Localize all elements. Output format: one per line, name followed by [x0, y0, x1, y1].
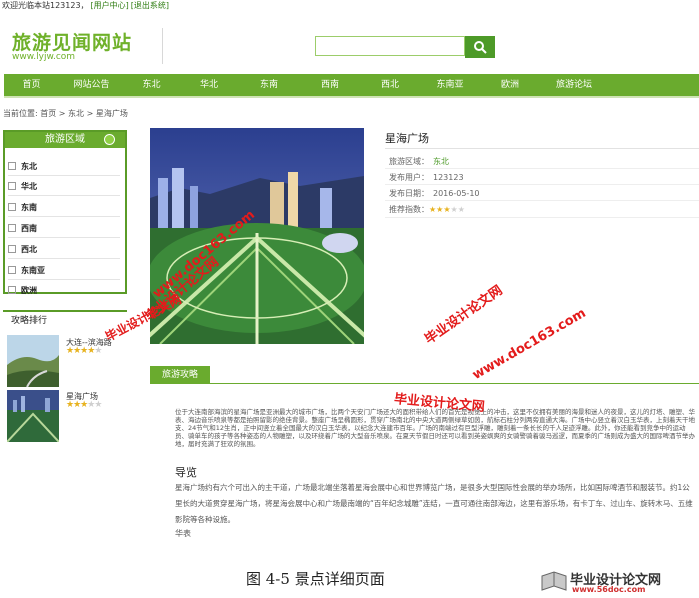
info-label: 发布用户：	[389, 173, 429, 182]
star-icon: ★	[94, 346, 102, 356]
info-publisher: 发布用户： 123123	[389, 172, 464, 183]
region-item-southeast[interactable]: 东南	[8, 201, 122, 221]
region-item-northeast[interactable]: 东北	[8, 160, 122, 180]
divider	[8, 195, 120, 196]
region-item-southeast-asia[interactable]: 东南亚	[8, 264, 122, 284]
nav-item-northeast[interactable]: 东北	[124, 74, 179, 96]
search-button[interactable]	[465, 36, 495, 58]
subsection-label: 华表	[175, 529, 191, 538]
star-icon: ★	[450, 205, 458, 214]
region-item-label: 东南	[21, 203, 37, 212]
breadcrumb: 当前位置: 首页 > 东北 > 星海广场	[3, 109, 128, 118]
tab-underline	[150, 383, 699, 384]
square-bullet-icon	[8, 223, 16, 232]
info-date: 发布日期： 2016-05-10	[389, 188, 480, 199]
region-item-label: 西南	[21, 224, 37, 233]
footer-url: www.56doc.com	[572, 585, 646, 594]
square-bullet-icon	[8, 244, 16, 253]
site-logo-url: www.lyjw.com	[12, 52, 76, 62]
rank-thumbnail-binhai-road[interactable]	[7, 335, 59, 387]
watermark-brand: 毕业设计论文网	[422, 283, 506, 348]
square-bullet-icon	[8, 202, 16, 211]
info-label: 推荐指数：	[389, 205, 429, 214]
square-bullet-icon	[8, 265, 16, 274]
logout-link[interactable]: [退出系统]	[131, 1, 169, 10]
rank-item-stars: ★★★★★	[66, 400, 102, 410]
divider	[385, 148, 699, 149]
info-region-link[interactable]: 东北	[433, 157, 449, 166]
section-text: 星海广场约有六个可出入的主干道，广场最北端坐落着星海会展中心和世界博览广场，是很…	[175, 483, 693, 524]
region-item-label: 华北	[21, 182, 37, 191]
nav-underline	[4, 96, 699, 98]
header-divider	[162, 28, 163, 64]
search-input[interactable]	[315, 36, 465, 56]
search-icon	[474, 41, 487, 54]
region-item-label: 东北	[21, 162, 37, 171]
star-icon: ★	[94, 400, 102, 410]
info-rating: 推荐指数：★★★★★	[389, 204, 465, 215]
star-icon: ★	[457, 205, 465, 214]
region-item-label: 东南亚	[21, 266, 45, 275]
divider	[385, 184, 699, 185]
info-value: 123123	[433, 173, 464, 182]
divider	[8, 237, 120, 238]
square-bullet-icon	[8, 181, 16, 190]
figure-caption: 图 4-5 景点详细页面	[246, 570, 385, 588]
divider	[8, 216, 120, 217]
info-value: 2016-05-10	[433, 189, 480, 198]
divider	[8, 258, 120, 259]
attraction-title: 星海广场	[385, 132, 429, 145]
divider	[8, 279, 120, 280]
nav-item-southwest[interactable]: 西南	[299, 74, 361, 96]
nav-item-north[interactable]: 华北	[179, 74, 239, 96]
main-nav: 首页 网站公告 东北 华北 东南 西南 西北 东南亚 欧洲 旅游论坛	[4, 74, 699, 96]
section-title: 导览	[175, 466, 197, 479]
nav-item-northwest[interactable]: 西北	[361, 74, 419, 96]
watermark-url: www.doc163.com	[470, 305, 589, 383]
rank-item-stars: ★★★★★	[66, 346, 102, 356]
divider	[385, 168, 699, 169]
chevron-down-icon	[104, 134, 115, 145]
nav-item-announcements[interactable]: 网站公告	[59, 74, 124, 96]
nav-item-home[interactable]: 首页	[4, 74, 59, 96]
book-icon	[541, 571, 567, 591]
nav-item-europe[interactable]: 欧洲	[481, 74, 539, 96]
user-center-link[interactable]: [用户中心]	[91, 1, 129, 10]
region-item-northwest[interactable]: 西北	[8, 243, 122, 263]
site-logo-title[interactable]: 旅游见闻网站	[12, 28, 132, 55]
divider	[385, 217, 699, 218]
info-region: 旅游区域： 东北	[389, 156, 449, 167]
info-label: 旅游区域：	[389, 157, 429, 166]
info-label: 发布日期：	[389, 189, 429, 198]
nav-item-southeast[interactable]: 东南	[239, 74, 299, 96]
region-item-southwest[interactable]: 西南	[8, 222, 122, 242]
tab-travel-guide[interactable]: 旅游攻略	[150, 366, 210, 384]
divider	[8, 175, 120, 176]
welcome-text: 欢迎光临本站123123，	[2, 1, 89, 10]
region-item-label: 西北	[21, 245, 37, 254]
square-bullet-icon	[8, 285, 16, 294]
nav-item-southeast-asia[interactable]: 东南亚	[419, 74, 481, 96]
rank-thumbnail-xinghai-square[interactable]	[7, 390, 59, 442]
star-icon: ★	[443, 205, 451, 214]
nav-item-forum[interactable]: 旅游论坛	[539, 74, 609, 96]
square-bullet-icon	[8, 161, 16, 170]
top-bar: 欢迎光临本站123123， [用户中心] [退出系统]	[0, 0, 699, 12]
guide-intro-text: 位于大连南部海滨的星海广场是亚洲最大的城市广场，比两个天安门广场还大的面积带给人…	[175, 408, 695, 448]
region-item-north[interactable]: 华北	[8, 180, 122, 200]
divider	[385, 200, 699, 201]
region-item-label: 欧洲	[21, 286, 37, 295]
attraction-photo	[150, 128, 364, 344]
region-item-europe[interactable]: 欧洲	[8, 284, 122, 304]
